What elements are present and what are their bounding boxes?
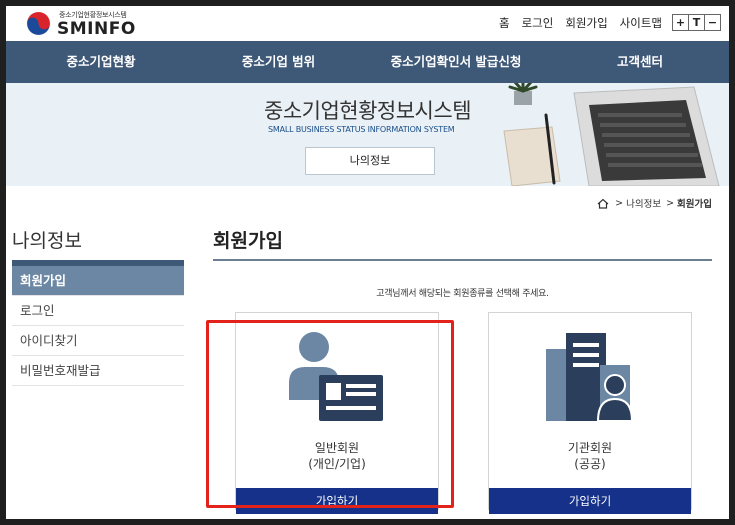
desk-laptop-illustration-icon <box>503 83 720 186</box>
breadcrumb-item-my-info[interactable]: 나의정보 <box>626 196 661 210</box>
nav-item-sme-scope[interactable]: 중소기업 범위 <box>196 41 361 83</box>
page-title: 회원가입 <box>213 230 283 252</box>
home-icon[interactable] <box>597 198 609 209</box>
banner-subtitle: SMALL BUSINESS STATUS INFORMATION SYSTEM <box>268 125 455 134</box>
title-divider <box>213 259 712 261</box>
util-signup-link[interactable]: 회원가입 <box>565 15 607 31</box>
membership-card-institution[interactable]: 기관회원 (공공) 가입하기 <box>488 312 692 514</box>
breadcrumb: > 나의정보 > 회원가입 <box>597 196 712 210</box>
page: 중소기업현황정보시스템 SMINFO 홈 로그인 회원가입 사이트맵 + T −… <box>6 6 729 519</box>
font-size-controls: + T − <box>672 14 721 31</box>
util-login-link[interactable]: 로그인 <box>522 15 554 31</box>
sidebar-item-signup[interactable]: 회원가입 <box>12 266 184 296</box>
card-sublabel-institution: (공공) <box>574 457 606 471</box>
site-logo[interactable]: 중소기업현황정보시스템 SMINFO <box>26 9 156 39</box>
sidebar-item-login[interactable]: 로그인 <box>12 296 184 326</box>
font-reset-button[interactable]: T <box>688 15 704 30</box>
main-nav: 중소기업현황 중소기업 범위 중소기업확인서 발급신청 고객센터 <box>6 41 729 83</box>
nav-item-certificate-request[interactable]: 중소기업확인서 발급신청 <box>361 41 551 83</box>
signup-general-button[interactable]: 가입하기 <box>236 488 438 514</box>
person-id-card-icon <box>289 332 383 421</box>
sidebar-item-reset-password[interactable]: 비밀번호재발급 <box>12 356 184 386</box>
banner-my-info-button[interactable]: 나의정보 <box>305 147 435 175</box>
nav-item-customer-center[interactable]: 고객센터 <box>551 41 729 83</box>
card-label-general: 일반회원 <box>314 441 360 455</box>
card-sublabel-general: (개인/기업) <box>308 457 366 471</box>
banner-title: 중소기업현황정보시스템 <box>264 99 472 123</box>
top-header: 중소기업현황정보시스템 SMINFO 홈 로그인 회원가입 사이트맵 + T − <box>6 6 729 41</box>
card-label-institution: 기관회원 <box>567 441 613 455</box>
breadcrumb-separator: > <box>666 197 675 209</box>
signup-institution-button[interactable]: 가입하기 <box>489 488 691 514</box>
breadcrumb-separator: > <box>615 197 624 209</box>
utility-links: 홈 로그인 회원가입 사이트맵 + T − <box>487 14 721 31</box>
util-sitemap-link[interactable]: 사이트맵 <box>620 15 662 31</box>
membership-instructions: 고객님께서 해당되는 회원종류를 선택해 주세요. <box>376 289 549 299</box>
font-increase-button[interactable]: + <box>673 15 688 30</box>
sidebar-title: 나의정보 <box>12 230 82 252</box>
sidebar-item-find-id[interactable]: 아이디찾기 <box>12 326 184 356</box>
breadcrumb-item-signup: 회원가입 <box>677 199 712 210</box>
sidebar-menu: 회원가입 로그인 아이디찾기 비밀번호재발급 <box>12 260 184 386</box>
font-decrease-button[interactable]: − <box>704 15 720 30</box>
building-person-icon <box>546 333 634 422</box>
nav-item-sme-status[interactable]: 중소기업현황 <box>6 41 196 83</box>
page-banner: 중소기업현황정보시스템 SMALL BUSINESS STATUS INFORM… <box>6 83 729 186</box>
taegeuk-logo-icon <box>26 11 51 36</box>
membership-card-general[interactable]: 일반회원 (개인/기업) 가입하기 <box>235 312 439 514</box>
util-home-link[interactable]: 홈 <box>499 15 510 31</box>
logo-text: SMINFO <box>57 19 136 39</box>
